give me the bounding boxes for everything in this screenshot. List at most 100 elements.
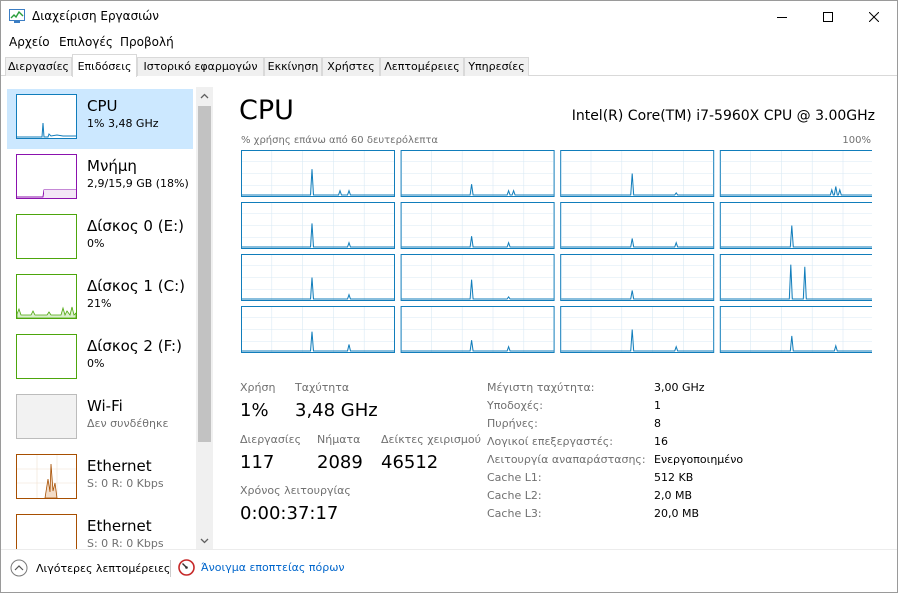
resource-title: Δίσκος 1 (C:): [87, 277, 185, 295]
tab-performance[interactable]: Επιδόσεις: [72, 54, 137, 77]
task-manager-window: Διαχείριση Εργασιών Αρχείο Επιλογές Προβ…: [0, 0, 898, 593]
resource-monitor-icon: [178, 559, 195, 576]
tab-startup[interactable]: Εκκίνηση: [264, 57, 322, 76]
tab-app-history[interactable]: Ιστορικό εφαρμογών: [137, 57, 264, 76]
logical-processor-graph: [719, 254, 872, 301]
logical-processor-graph: [400, 150, 555, 197]
logical-processor-graph: [400, 306, 555, 353]
resource-subtitle: S: 0 R: 0 Kbps: [87, 477, 164, 490]
resource-item-memory[interactable]: Μνήμη 2,9/15,9 GB (18%): [7, 149, 193, 209]
tab-strip: Διεργασίες Επιδόσεις Ιστορικό εφαρμογών …: [1, 54, 897, 77]
uptime-label: Χρόνος λειτουργίας: [240, 484, 351, 497]
speed-label: Ταχύτητα: [295, 381, 350, 394]
open-resource-monitor-link[interactable]: Άνοιγμα εποπτείας πόρων: [178, 559, 345, 576]
speed-value: 3,48 GHz: [295, 400, 378, 421]
logical-processor-graph: [719, 150, 872, 197]
tab-processes[interactable]: Διεργασίες: [5, 57, 72, 76]
resource-item-cpu[interactable]: CPU 1% 3,48 GHz: [7, 89, 193, 149]
threads-value: 2089: [317, 452, 363, 473]
fewer-details-label: Λιγότερες λεπτομέρειες: [36, 561, 171, 575]
graph-max-label: 100%: [842, 135, 871, 146]
memory-thumbnail-graph: [16, 154, 77, 199]
logical-processor-graph: [400, 202, 555, 249]
ethernet-1-thumbnail-graph: [16, 454, 77, 499]
menu-bar: Αρχείο Επιλογές Προβολή: [1, 32, 897, 52]
resource-subtitle: 0%: [87, 237, 105, 250]
scroll-up-button[interactable]: [196, 87, 213, 104]
resource-item-disk-1[interactable]: Δίσκος 1 (C:) 21%: [7, 269, 193, 329]
maximize-button[interactable]: [805, 1, 851, 32]
minimize-button[interactable]: [759, 1, 805, 32]
resource-item-wifi[interactable]: Wi-Fi Δεν συνδέθηκε: [7, 389, 193, 449]
tab-label: Εκκίνηση: [267, 60, 319, 73]
tab-users[interactable]: Χρήστες: [322, 57, 380, 76]
logical-processor-graph: [560, 150, 715, 197]
spec-label: Cache L2:: [487, 489, 542, 502]
window-title: Διαχείριση Εργασιών: [32, 9, 159, 23]
spec-value: 8: [654, 417, 661, 430]
spec-value: 20,0 MB: [654, 507, 700, 520]
cpu-detail-panel: CPU Intel(R) Core(TM) i7-5960X CPU @ 3.0…: [215, 87, 897, 549]
resource-list-scrollbar[interactable]: [196, 87, 213, 549]
resource-subtitle: 1% 3,48 GHz: [87, 117, 159, 130]
spec-value: 16: [654, 435, 668, 448]
tab-label: Υπηρεσίες: [468, 60, 525, 73]
chevron-up-icon: [200, 93, 209, 98]
scroll-down-button[interactable]: [196, 532, 213, 549]
fewer-details-button[interactable]: Λιγότερες λεπτομέρειες: [10, 559, 170, 577]
title-bar[interactable]: Διαχείριση Εργασιών: [1, 1, 897, 32]
spec-value: 3,00 GHz: [654, 381, 705, 394]
footer-divider: [170, 560, 171, 577]
tab-label: Επιδόσεις: [77, 60, 132, 73]
maximize-icon: [823, 11, 833, 22]
logical-processor-graph: [400, 254, 555, 301]
menu-view[interactable]: Προβολή: [120, 35, 174, 49]
spec-label: Cache L1:: [487, 471, 542, 484]
menu-options[interactable]: Επιλογές: [59, 35, 113, 49]
utilization-label: Χρήση: [240, 381, 276, 394]
menu-file[interactable]: Αρχείο: [9, 35, 50, 49]
resource-title: Μνήμη: [87, 157, 137, 175]
tab-services[interactable]: Υπηρεσίες: [464, 57, 529, 76]
logical-processor-graph: [241, 254, 395, 301]
spec-label: Λειτουργία αναπαράστασης:: [487, 453, 646, 466]
graph-caption: % χρήσης επάνω από 60 δευτερόλεπτα: [241, 135, 438, 146]
resource-subtitle: 2,9/15,9 GB (18%): [87, 177, 189, 190]
resource-item-disk-0[interactable]: Δίσκος 0 (E:) 0%: [7, 209, 193, 269]
resource-title: CPU: [87, 97, 118, 115]
tab-label: Λεπτομέρειες: [384, 60, 460, 73]
resource-item-ethernet-2[interactable]: Ethernet S: 0 R: 0 Kbps: [7, 509, 193, 549]
wifi-thumbnail-graph: [16, 394, 77, 439]
logical-processor-graph: [241, 306, 395, 353]
tab-details[interactable]: Λεπτομέρειες: [380, 57, 464, 76]
chevron-down-icon: [200, 538, 209, 543]
scrollbar-thumb[interactable]: [198, 106, 211, 442]
tab-label: Χρήστες: [327, 60, 375, 73]
resource-subtitle: 0%: [87, 357, 105, 370]
ethernet-2-thumbnail-graph: [16, 514, 77, 549]
logical-processor-graphs[interactable]: [241, 150, 872, 355]
handles-label: Δείκτες χειρισμού: [381, 433, 481, 446]
disk-2-thumbnail-graph: [16, 334, 77, 379]
page-title: CPU: [239, 95, 294, 126]
spec-value: Ενεργοποιημένο: [654, 453, 744, 466]
spec-value: 2,0 MB: [654, 489, 693, 502]
spec-label: Μέγιστη ταχύτητα:: [487, 381, 595, 394]
spec-label: Πυρήνες:: [487, 417, 538, 430]
footer-bar: Λιγότερες λεπτομέρειες Άνοιγμα εποπτείας…: [1, 549, 897, 592]
resource-monitor-label: Άνοιγμα εποπτείας πόρων: [201, 561, 345, 574]
handles-value: 46512: [381, 452, 439, 473]
close-button[interactable]: [851, 1, 897, 32]
cpu-thumbnail-graph: [16, 94, 77, 139]
spec-value: 1: [654, 399, 661, 412]
chevron-up-circle-icon: [10, 559, 28, 577]
resource-item-disk-2[interactable]: Δίσκος 2 (F:) 0%: [7, 329, 193, 389]
resource-subtitle: S: 0 R: 0 Kbps: [87, 537, 164, 549]
spec-label: Λογικοί επεξεργαστές:: [487, 435, 613, 448]
logical-processor-graph: [719, 202, 872, 249]
resource-title: Ethernet: [87, 457, 152, 475]
minimize-icon: [777, 16, 787, 18]
resource-title: Ethernet: [87, 517, 152, 535]
resource-item-ethernet-1[interactable]: Ethernet S: 0 R: 0 Kbps: [7, 449, 193, 509]
spec-value: 512 KB: [654, 471, 694, 484]
